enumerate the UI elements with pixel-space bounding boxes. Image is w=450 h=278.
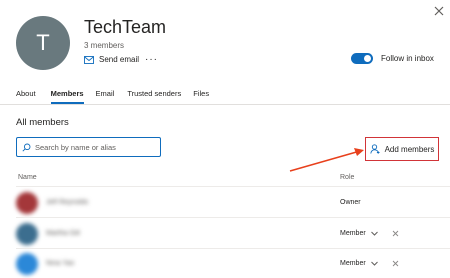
avatar xyxy=(16,192,38,214)
member-role: Member xyxy=(340,260,366,267)
search-input[interactable] xyxy=(35,142,153,152)
add-members-button[interactable]: Add members xyxy=(365,137,439,161)
tab-files[interactable]: Files xyxy=(193,89,209,104)
tab-bar: About Members Email Trusted senders File… xyxy=(16,89,209,104)
member-row[interactable]: Nina Yao Member xyxy=(16,253,436,275)
send-email-button[interactable]: Send email xyxy=(84,55,139,64)
chevron-down-icon[interactable] xyxy=(370,259,379,268)
member-name: Martha Gill xyxy=(46,230,80,237)
tab-members[interactable]: Members xyxy=(50,89,84,104)
column-header-name: Name xyxy=(18,174,37,181)
tab-trusted-senders[interactable]: Trusted senders xyxy=(127,89,181,104)
add-person-icon xyxy=(369,144,380,154)
remove-icon[interactable] xyxy=(391,229,400,238)
follow-label: Follow in inbox xyxy=(381,54,434,63)
member-name: Jeff Reynolds xyxy=(46,199,89,206)
row-divider xyxy=(16,186,450,187)
remove-icon[interactable] xyxy=(391,259,400,268)
row-divider xyxy=(16,248,450,249)
add-members-label: Add members xyxy=(384,144,435,154)
send-email-label: Send email xyxy=(99,55,140,64)
follow-toggle[interactable] xyxy=(351,53,373,64)
close-icon[interactable] xyxy=(433,5,445,17)
avatar xyxy=(16,223,38,245)
column-header-role: Role xyxy=(340,174,355,181)
chevron-down-icon[interactable] xyxy=(370,229,379,238)
group-avatar: T xyxy=(16,16,70,70)
annotation-arrow xyxy=(289,148,364,172)
avatar xyxy=(16,253,38,275)
member-row[interactable]: Martha Gill Member xyxy=(16,223,436,245)
search-icon xyxy=(22,143,31,152)
member-role: Member xyxy=(340,230,366,237)
search-box[interactable] xyxy=(16,137,161,157)
avatar-initial: T xyxy=(36,30,50,55)
member-count: 3 members xyxy=(84,41,125,50)
mail-icon xyxy=(84,55,94,64)
row-divider xyxy=(16,217,450,218)
tabs-divider xyxy=(0,104,450,105)
member-name: Nina Yao xyxy=(46,260,75,267)
section-title: All members xyxy=(16,117,69,128)
tab-email[interactable]: Email xyxy=(96,89,115,104)
tab-about[interactable]: About xyxy=(16,89,36,104)
member-row[interactable]: Jeff Reynolds Owner xyxy=(16,192,436,214)
follow-in-inbox: Follow in inbox xyxy=(351,53,434,64)
more-options-button[interactable]: ··· xyxy=(145,55,158,65)
group-name: TechTeam xyxy=(84,17,167,37)
member-role: Owner xyxy=(340,199,361,206)
